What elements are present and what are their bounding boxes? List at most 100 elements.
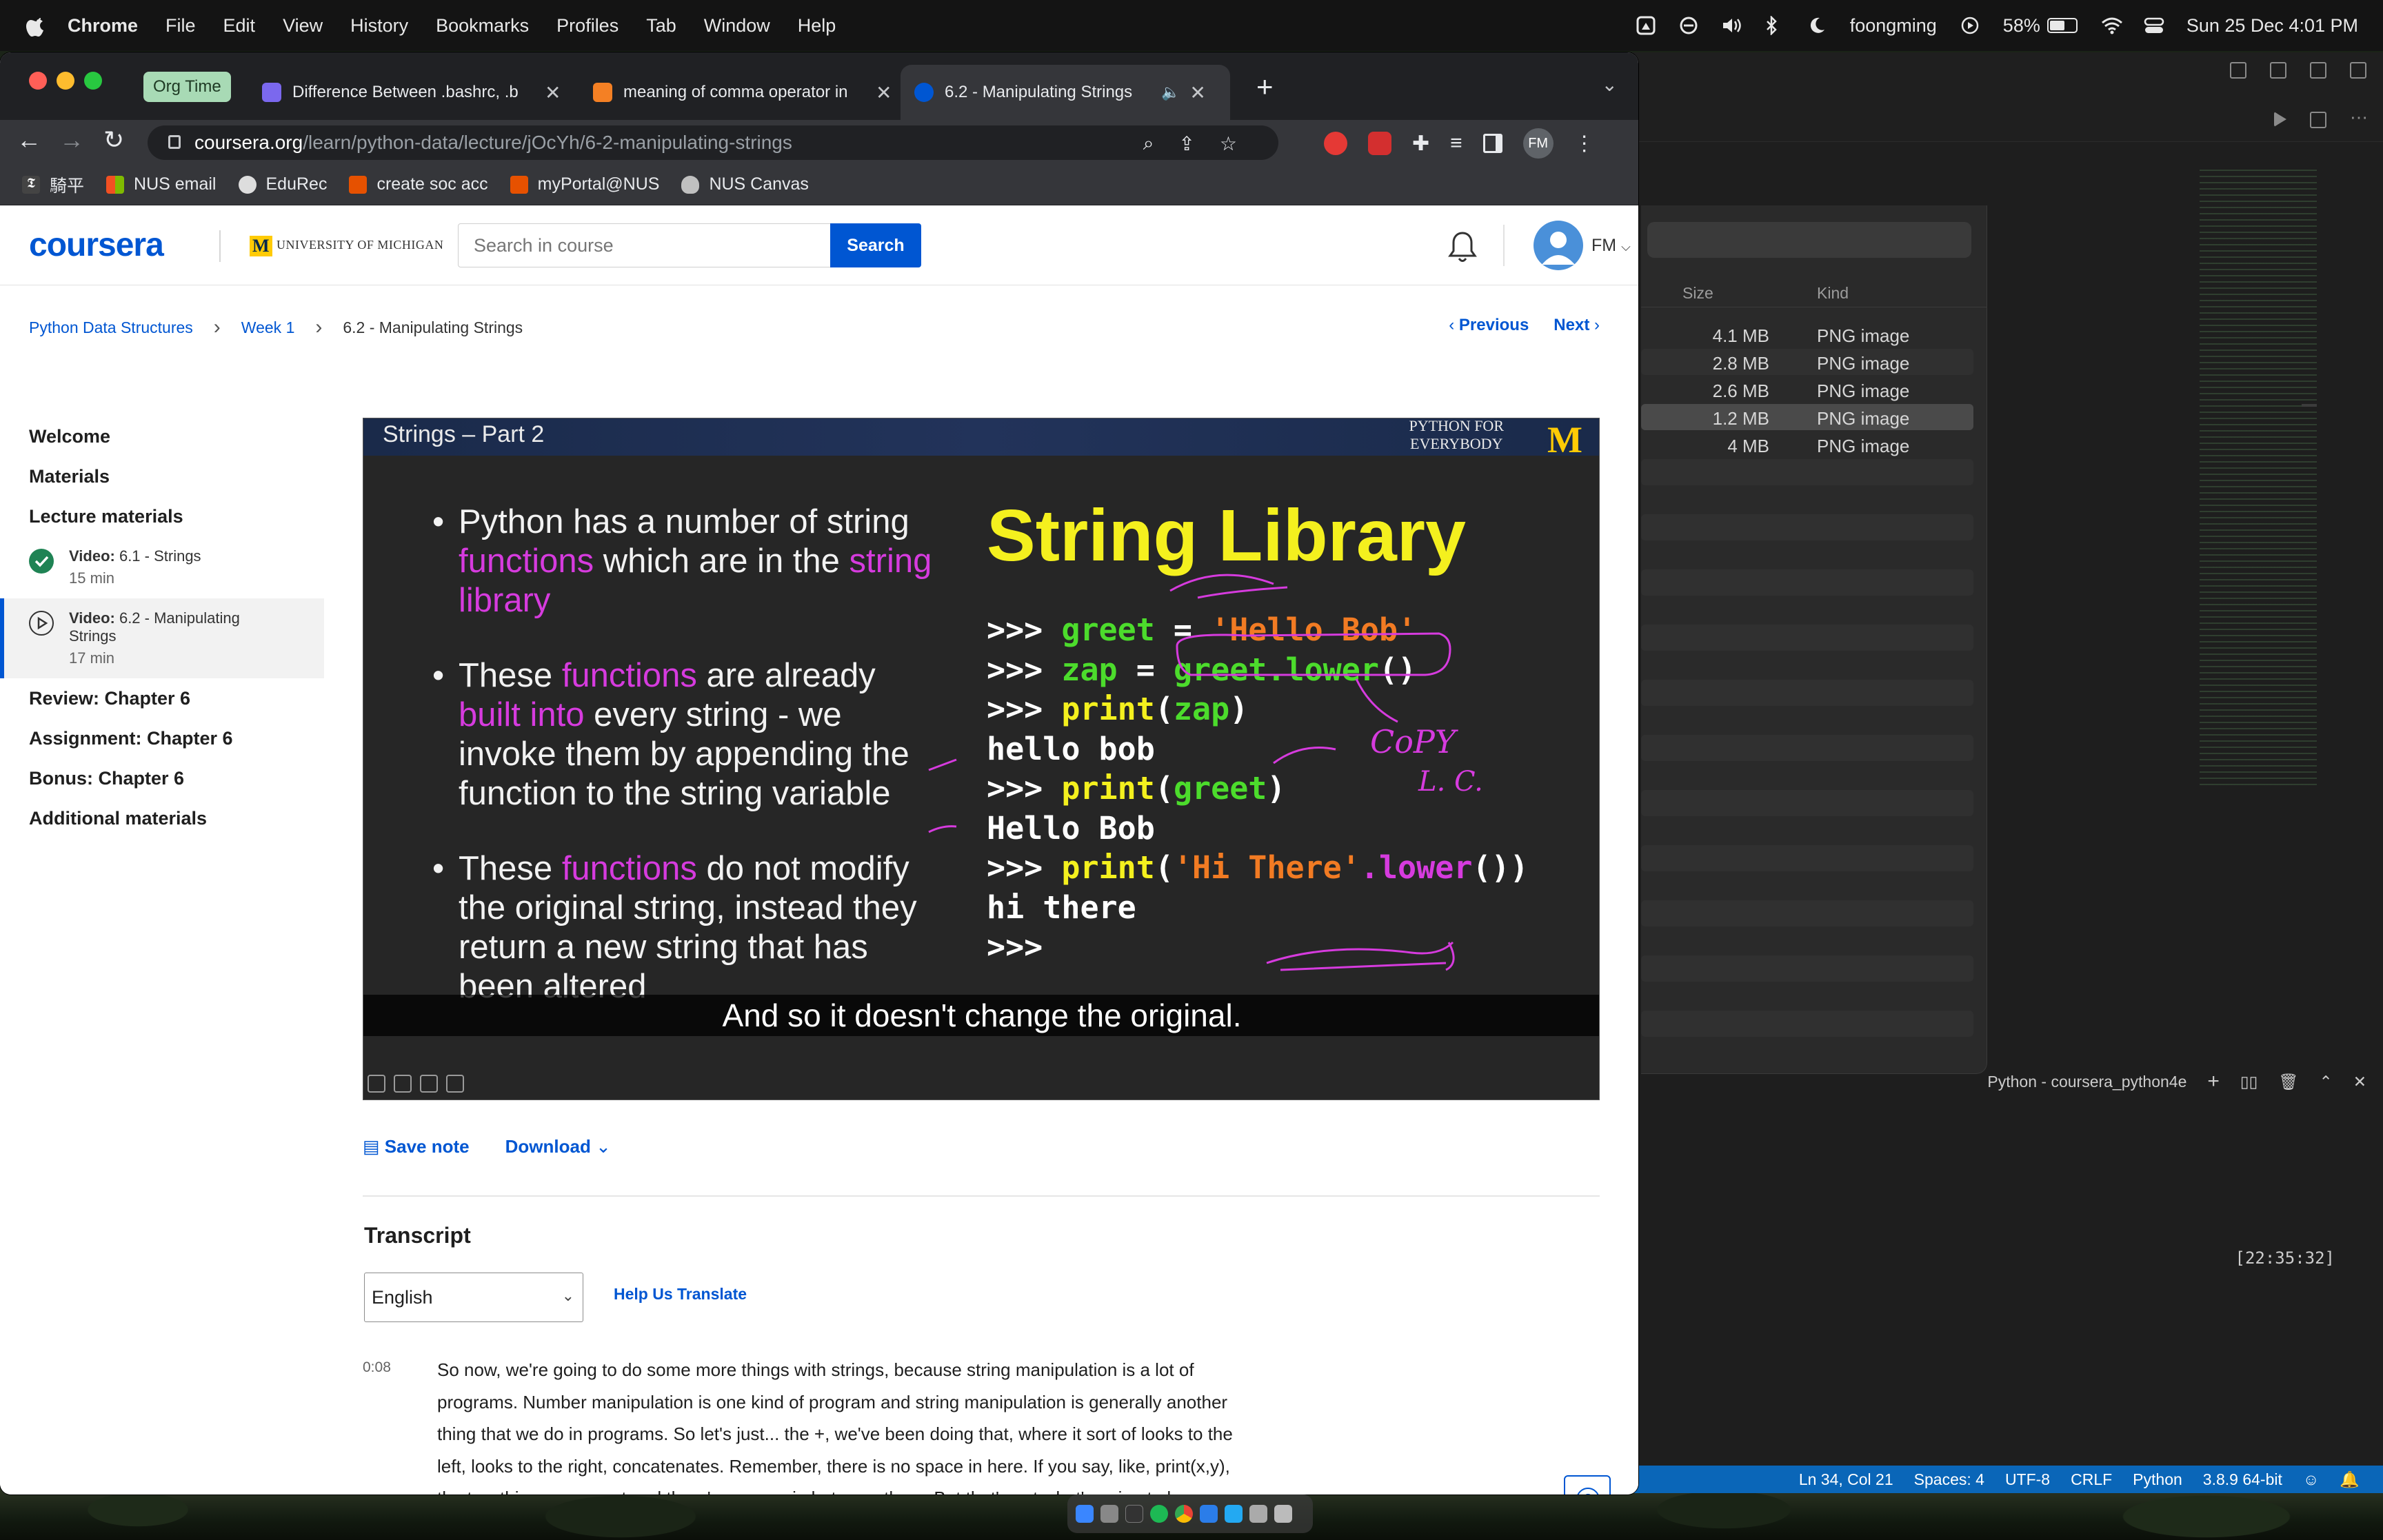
menu-tab[interactable]: Tab [646,15,676,37]
extensions-icon[interactable]: ✚ [1412,132,1429,156]
finder-row-selected[interactable]: 1.2 MB PNG image [1641,404,1973,430]
feedback-icon[interactable]: ☺ [2303,1470,2319,1489]
address-bar[interactable]: coursera.org/learn/python-data/lecture/j… [148,125,1278,160]
bookmark-item[interactable]: create soc acc [349,174,488,194]
sidebar-item-video-6-2[interactable]: Video: 6.2 - Manipulating Strings 17 min [0,598,324,678]
status-cursor-position[interactable]: Ln 34, Col 21 [1799,1470,1893,1489]
app-dock-icon[interactable] [1200,1505,1218,1523]
share-icon[interactable]: ⇪ [1178,132,1194,155]
bookmark-item[interactable]: 𝕿 騎平 [22,172,84,197]
close-panel-icon[interactable]: ✕ [2353,1073,2366,1091]
maximize-window-button[interactable] [84,72,102,90]
finder-col-size[interactable]: Size [1682,284,1713,303]
lock-icon[interactable] [168,135,181,149]
spotify-dock-icon[interactable] [1150,1505,1168,1523]
sidebar-materials[interactable]: Materials [0,456,324,496]
tab-group-chip[interactable]: Org Time [143,72,231,102]
course-search-input[interactable]: Search in course [458,223,832,267]
search-button[interactable]: Search [830,223,921,267]
close-tab-icon[interactable]: ✕ [545,81,561,104]
tab-manipulating-strings[interactable]: 6.2 - Manipulating Strings 🔈 ✕ [901,65,1230,120]
control-center-icon[interactable] [2144,16,2164,35]
tab-comma-operator[interactable]: meaning of comma operator in ✕ [593,65,896,120]
menu-file[interactable]: File [165,15,196,37]
moon-icon[interactable] [1807,16,1827,35]
trash-dock-icon[interactable] [1274,1505,1292,1523]
status-language[interactable]: Python [2133,1470,2182,1489]
finder-row[interactable]: 4.1 MB PNG image [1641,321,1973,347]
help-button[interactable]: ? [1564,1475,1611,1495]
settings-dock-icon[interactable] [1100,1505,1118,1523]
pen-icon[interactable] [394,1075,412,1093]
vscode-minimap[interactable] [2200,170,2317,790]
back-button[interactable]: ← [17,125,41,154]
sidebar-bonus[interactable]: Bonus: Chapter 6 [0,758,324,798]
minimap-slider[interactable] [2302,404,2317,407]
more-actions-icon[interactable]: ⋯ [2350,108,2368,128]
menu-bookmarks[interactable]: Bookmarks [436,15,529,37]
finder-row[interactable]: 2.6 MB PNG image [1641,376,1973,403]
downloads-dock-icon[interactable] [1249,1505,1267,1523]
transcript-text[interactable]: So now, we're going to do some more thin… [437,1354,1237,1495]
finder-search-field[interactable] [1647,222,1971,258]
sidebar-lecture-materials[interactable]: Lecture materials [0,496,324,536]
finder-col-kind[interactable]: Kind [1817,284,1849,303]
user-initials[interactable]: FM ⌵ [1591,236,1631,256]
next-link[interactable]: Next › [1554,316,1600,335]
save-note-button[interactable]: ▤ Save note [363,1136,470,1157]
menubar-clock[interactable]: Sun 25 Dec 4:01 PM [2186,15,2358,37]
new-terminal-icon[interactable]: + [2207,1070,2220,1093]
prev-slide-icon[interactable] [368,1075,385,1093]
chrome-menu-icon[interactable]: ⋮ [1574,132,1595,156]
menu-app-name[interactable]: Chrome [68,15,138,37]
download-button[interactable]: Download ⌄ [505,1136,611,1157]
status-encoding[interactable]: UTF-8 [2005,1470,2050,1489]
breadcrumb-course[interactable]: Python Data Structures [29,318,193,337]
layout-panel-icon[interactable] [2270,62,2286,79]
menubar-user[interactable]: foongming [1850,15,1937,37]
notifications-icon[interactable]: 🔔 [2340,1470,2360,1489]
video-player[interactable]: Strings – Part 2 PYTHON FOREVERYBODY M P… [363,418,1600,1100]
media-queue-icon[interactable]: ≡ [1450,132,1462,155]
previous-link[interactable]: ‹ Previous [1449,316,1529,335]
screenshot-icon[interactable] [1636,16,1656,35]
close-window-button[interactable] [29,72,47,90]
side-panel-icon[interactable] [1482,134,1502,153]
close-tab-icon[interactable]: ✕ [876,81,892,104]
star-icon[interactable]: ☆ [1220,132,1237,155]
layout-secondary-icon[interactable] [2310,62,2326,79]
block-extension-icon[interactable] [1324,132,1347,155]
finder-row[interactable]: 2.8 MB PNG image [1641,349,1973,375]
sidebar-welcome[interactable]: Welcome [0,416,324,456]
tab-audio-icon[interactable]: 🔈 [1161,83,1180,101]
battery-status[interactable]: 58% [2003,15,2078,37]
maximize-panel-icon[interactable]: ⌃ [2319,1073,2332,1091]
run-icon[interactable] [2274,112,2286,127]
split-editor-icon[interactable] [2310,112,2326,128]
bookmark-item[interactable]: EduRec [238,174,327,194]
apple-icon[interactable] [26,14,47,37]
finder-dock-icon[interactable] [1076,1505,1094,1523]
forward-button[interactable]: → [59,125,84,154]
menu-edit[interactable]: Edit [223,15,256,37]
bookmark-item[interactable]: myPortal@NUS [510,174,659,194]
menu-window[interactable]: Window [704,15,770,37]
status-interpreter[interactable]: 3.8.9 64-bit [2203,1470,2282,1489]
terminal-dock-icon[interactable] [1125,1505,1143,1523]
close-tab-icon[interactable]: ✕ [1189,81,1205,104]
breadcrumb-week[interactable]: Week 1 [241,318,295,337]
menu-profiles[interactable]: Profiles [556,15,619,37]
minimize-window-button[interactable] [57,72,74,90]
finder-row[interactable]: 4 MB PNG image [1641,432,1973,458]
new-tab-button[interactable]: + [1256,70,1274,103]
transcript-timestamp[interactable]: 0:08 [363,1359,391,1376]
profile-avatar[interactable]: FM [1522,128,1554,159]
sidebar-review[interactable]: Review: Chapter 6 [0,678,324,718]
chrome-dock-icon[interactable] [1175,1505,1193,1523]
bookmark-item[interactable]: NUS Canvas [681,174,809,194]
sidebar-additional[interactable]: Additional materials [0,798,324,838]
notification-bell-icon[interactable] [1447,230,1478,265]
next-slide-icon[interactable] [446,1075,464,1093]
youtube-extension-icon[interactable] [1368,132,1391,155]
bluetooth-icon[interactable] [1764,14,1784,37]
